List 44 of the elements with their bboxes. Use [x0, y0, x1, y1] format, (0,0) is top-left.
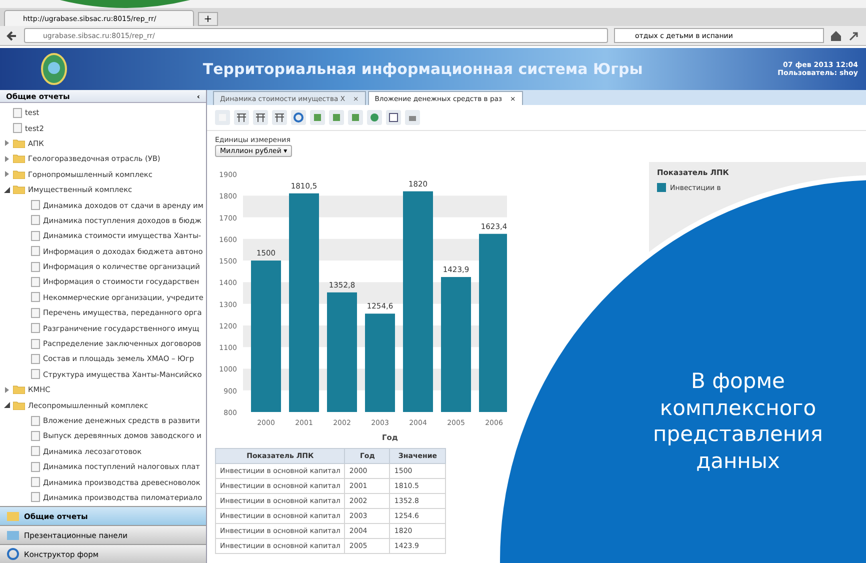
document-icon: [31, 276, 40, 287]
folder-icon: [13, 138, 25, 148]
document-icon: [31, 338, 40, 349]
folder-icon: [13, 170, 25, 179]
document-icon: [31, 292, 40, 302]
folder-icon: [13, 400, 25, 410]
document-icon: [31, 262, 40, 272]
home-icon[interactable]: [830, 30, 842, 42]
document-icon: [31, 200, 40, 210]
document-icon: [13, 108, 22, 118]
back-arrow-icon[interactable]: [6, 30, 18, 42]
document-icon: [13, 123, 22, 134]
document-icon: [31, 477, 40, 488]
table-icon[interactable]: [272, 110, 287, 125]
table-icon[interactable]: [253, 110, 268, 125]
folder-icon: [13, 154, 25, 164]
new-tab-button[interactable]: +: [198, 12, 218, 26]
document-icon: [31, 430, 40, 441]
document-icon: [31, 369, 40, 380]
system-title: Территориальная информационная система Югры: [202, 60, 644, 78]
slide-caption: В форме комплексного представления данных: [652, 368, 824, 475]
document-icon: [31, 354, 40, 364]
expand-arrow-icon[interactable]: [4, 140, 10, 146]
table-icon[interactable]: [234, 110, 249, 125]
document-icon: [31, 416, 40, 426]
document-icon: [31, 323, 40, 334]
expand-arrow-icon[interactable]: [4, 386, 10, 393]
emblem-icon: [40, 52, 68, 86]
folder-icon: [13, 185, 25, 194]
collapse-arrow-icon[interactable]: [4, 402, 10, 408]
document-icon: [31, 230, 40, 241]
document-icon: [31, 308, 40, 318]
document-icon: [31, 246, 40, 256]
folder-icon: [13, 385, 25, 394]
arrow-icon[interactable]: [848, 30, 860, 42]
folder-icon: [6, 510, 20, 522]
expand-arrow-icon[interactable]: [4, 171, 10, 178]
document-icon: [31, 492, 40, 502]
document-icon: [31, 446, 40, 456]
expand-arrow-icon[interactable]: [4, 156, 10, 162]
document-icon: [31, 215, 40, 226]
document-icon: [31, 462, 40, 472]
collapse-arrow-icon[interactable]: [4, 186, 10, 193]
window-icon[interactable]: [386, 110, 401, 125]
